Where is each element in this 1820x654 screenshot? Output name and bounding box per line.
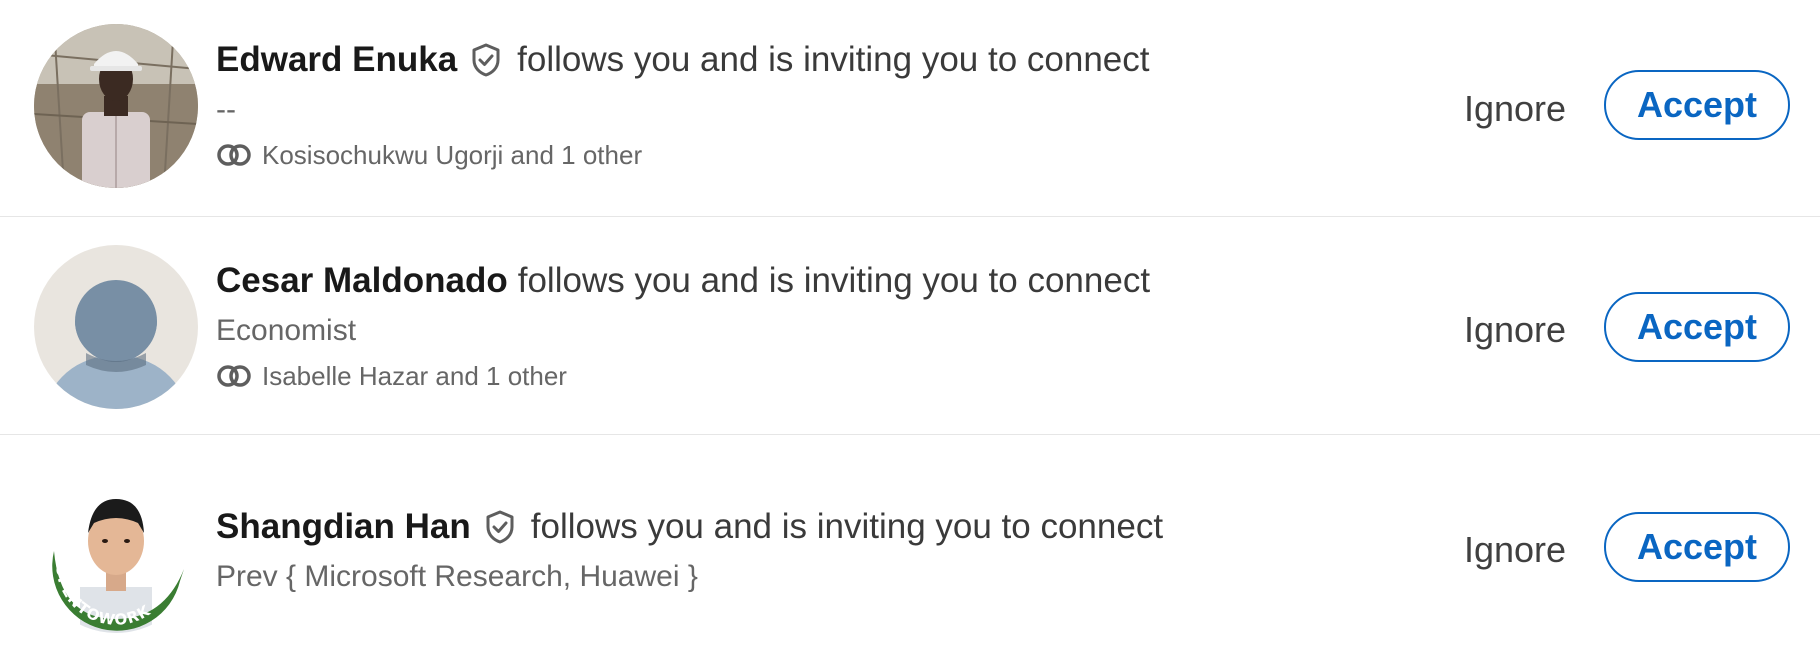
sender-headline: Prev { Microsoft Research, Huawei } [216, 560, 698, 593]
invitation-title: Cesar Maldonado follows you and is invit… [216, 259, 1416, 303]
invitation-action-text: follows you and is inviting you to conne… [517, 40, 1150, 79]
invitation-title: Edward Enuka follows you and is inviting… [216, 38, 1416, 82]
invitation-row: Edward Enuka follows you and is inviting… [0, 0, 1820, 217]
invitation-action-text: follows you and is inviting you to conne… [517, 261, 1151, 300]
avatar[interactable]: #OPENTOWORK [34, 469, 198, 633]
invitation-action-text: follows you and is inviting you to conne… [530, 507, 1164, 546]
accept-button[interactable]: Accept [1604, 292, 1790, 362]
avatar[interactable] [34, 24, 198, 188]
mutual-connections-icon [216, 143, 252, 167]
mutual-connections[interactable]: Kosisochukwu Ugorji and 1 other [216, 138, 1416, 172]
ignore-button[interactable]: Ignore [1444, 73, 1586, 145]
invitation-info: Shangdian Han follows you and is invitin… [216, 505, 1416, 597]
mutual-connections-icon [216, 364, 252, 388]
accept-button[interactable]: Accept [1604, 70, 1790, 140]
ignore-button[interactable]: Ignore [1444, 514, 1586, 586]
mutual-connections-text: Kosisochukwu Ugorji and 1 other [262, 140, 643, 170]
default-avatar-placeholder [34, 245, 198, 409]
ignore-button[interactable]: Ignore [1444, 294, 1586, 366]
profile-photo-opentowork-frame: #OPENTOWORK [34, 469, 198, 633]
mutual-connections[interactable]: Isabelle Hazar and 1 other [216, 359, 1416, 393]
verified-shield-icon [483, 509, 517, 545]
avatar[interactable] [34, 245, 198, 409]
invitation-list: Edward Enuka follows you and is inviting… [0, 0, 1820, 651]
sender-headline: Economist [216, 314, 357, 347]
sender-name[interactable]: Edward Enuka [216, 38, 457, 82]
profile-photo [34, 24, 198, 188]
sender-headline: -- [216, 93, 236, 126]
verified-shield-icon [469, 42, 503, 78]
sender-name[interactable]: Cesar Maldonado [216, 259, 508, 303]
invitation-row: Cesar Maldonado follows you and is invit… [0, 218, 1820, 435]
invitation-info: Edward Enuka follows you and is inviting… [216, 38, 1416, 172]
accept-button[interactable]: Accept [1604, 512, 1790, 582]
invitation-title: Shangdian Han follows you and is invitin… [216, 505, 1416, 549]
invitation-info: Cesar Maldonado follows you and is invit… [216, 259, 1416, 393]
invitation-row: #OPENTOWORK Shangdian Han follows you an… [0, 437, 1820, 654]
mutual-connections-text: Isabelle Hazar and 1 other [262, 361, 567, 391]
sender-name[interactable]: Shangdian Han [216, 505, 471, 549]
